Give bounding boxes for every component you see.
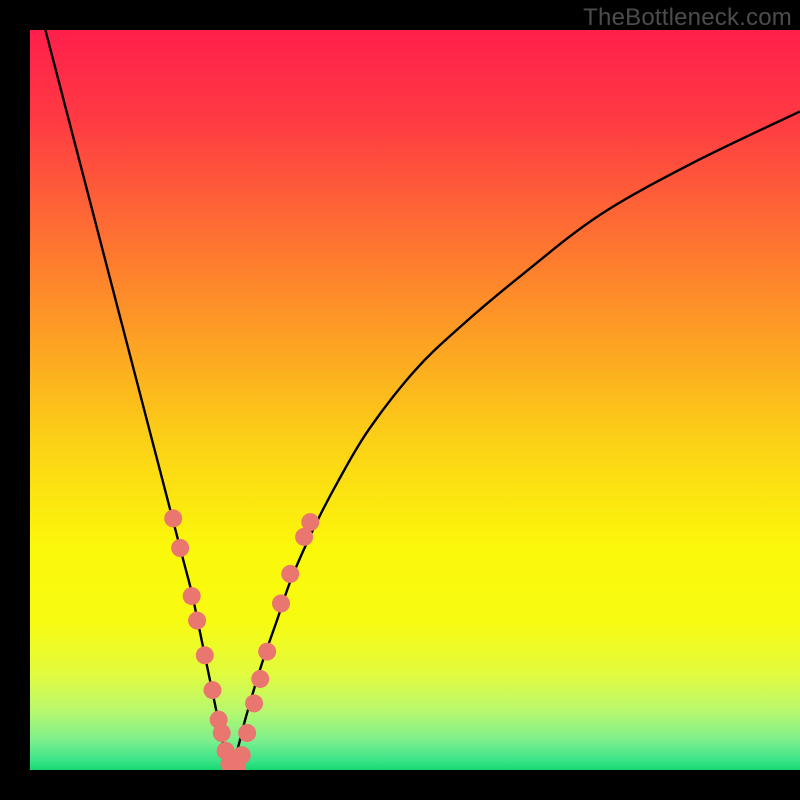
watermark-text: TheBottleneck.com [583, 4, 792, 32]
chart-frame: TheBottleneck.com [0, 0, 800, 800]
gradient-background [30, 30, 800, 770]
plot-area [30, 30, 800, 770]
